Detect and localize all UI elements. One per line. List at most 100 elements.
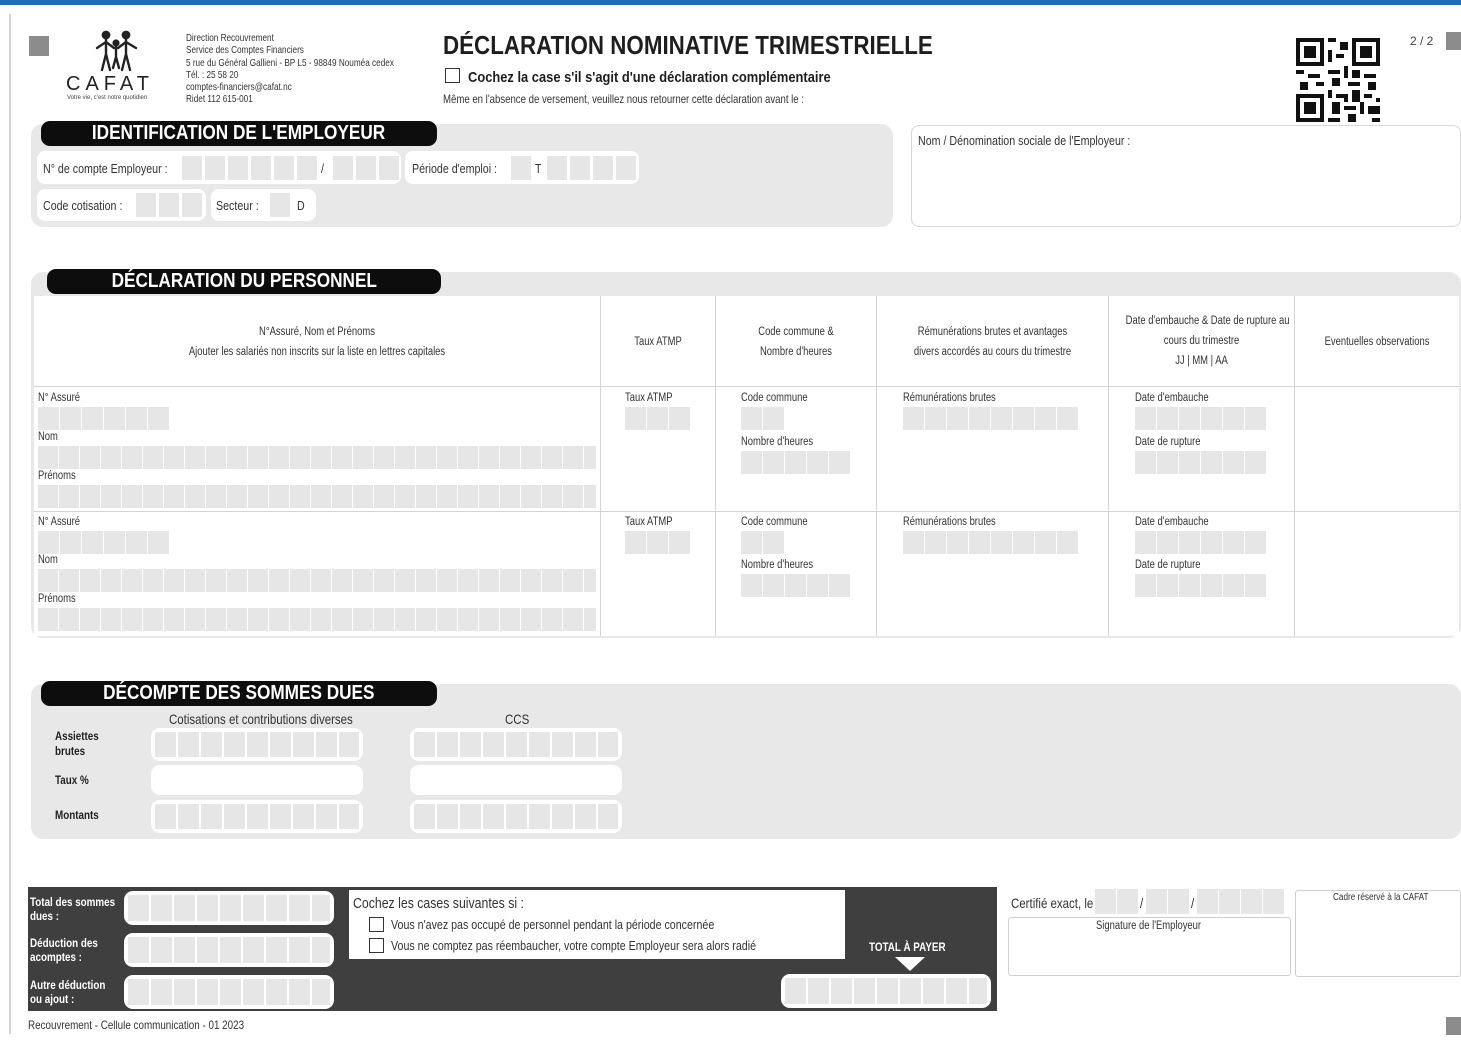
digit-cell[interactable] <box>1168 889 1189 914</box>
digit-cell[interactable] <box>1135 531 1156 554</box>
digit-cell[interactable] <box>785 574 806 597</box>
digit-cell[interactable] <box>333 156 353 180</box>
digit-cell[interactable] <box>205 156 225 180</box>
digit-cell[interactable] <box>274 156 294 180</box>
digit-cell[interactable] <box>829 451 850 474</box>
digit-cell[interactable] <box>1245 451 1266 474</box>
firstnames-cells[interactable] <box>38 608 596 631</box>
certified-month-cells[interactable] <box>1146 889 1189 914</box>
digit-cell[interactable] <box>1179 574 1200 597</box>
contributions-gross-cells[interactable] <box>155 732 359 757</box>
digit-cell[interactable] <box>991 407 1012 430</box>
digit-cell[interactable] <box>126 407 147 430</box>
digit-cell[interactable] <box>1245 574 1266 597</box>
digit-cell[interactable] <box>991 531 1012 554</box>
digit-cell[interactable] <box>647 531 668 554</box>
digit-cell[interactable] <box>1201 574 1222 597</box>
digit-cell[interactable] <box>741 574 762 597</box>
employer-account-key-cells[interactable] <box>333 156 399 180</box>
employer-account-cells[interactable] <box>182 156 317 180</box>
name-cells[interactable] <box>38 569 596 592</box>
digit-cell[interactable] <box>1201 451 1222 474</box>
digit-cell[interactable] <box>669 407 690 430</box>
digit-cell[interactable] <box>82 531 103 554</box>
digit-cell[interactable] <box>1201 531 1222 554</box>
digit-cell[interactable] <box>1135 574 1156 597</box>
digit-cell[interactable] <box>1013 407 1034 430</box>
insured-number-cells[interactable] <box>38 531 169 554</box>
digit-cell[interactable] <box>148 531 169 554</box>
period-cell[interactable] <box>511 156 531 180</box>
total-to-pay-cells[interactable] <box>785 978 987 1004</box>
digit-cell[interactable] <box>1035 531 1056 554</box>
digit-cell[interactable] <box>1201 407 1222 430</box>
digit-cell[interactable] <box>570 156 590 180</box>
digit-cell[interactable] <box>228 156 248 180</box>
digit-cell[interactable] <box>38 531 59 554</box>
digit-cell[interactable] <box>38 407 59 430</box>
contributions-rate-field[interactable] <box>151 765 363 795</box>
commune-cells[interactable] <box>741 407 784 430</box>
hire-date-cells[interactable] <box>1135 407 1266 430</box>
observations-cell[interactable] <box>1296 512 1459 636</box>
digit-cell[interactable] <box>1245 531 1266 554</box>
contribution-code-cells[interactable] <box>136 193 202 217</box>
hours-cells[interactable] <box>741 451 850 474</box>
digit-cell[interactable] <box>182 193 202 217</box>
ccs-amount-cells[interactable] <box>414 804 618 829</box>
rate-cells[interactable] <box>625 407 690 430</box>
digit-cell[interactable] <box>1179 531 1200 554</box>
complementary-checkbox[interactable] <box>445 68 460 83</box>
digit-cell[interactable] <box>60 407 81 430</box>
firstnames-cells[interactable] <box>38 485 596 508</box>
pay-cells[interactable] <box>903 407 1078 430</box>
hours-cells[interactable] <box>741 574 850 597</box>
digit-cell[interactable] <box>741 407 762 430</box>
digit-cell[interactable] <box>741 531 762 554</box>
total-due-cells[interactable] <box>128 895 330 921</box>
digit-cell[interactable] <box>1223 574 1244 597</box>
digit-cell[interactable] <box>969 531 990 554</box>
digit-cell[interactable] <box>1245 407 1266 430</box>
digit-cell[interactable] <box>104 407 125 430</box>
digit-cell[interactable] <box>82 407 103 430</box>
digit-cell[interactable] <box>903 531 924 554</box>
digit-cell[interactable] <box>969 407 990 430</box>
digit-cell[interactable] <box>547 156 567 180</box>
digit-cell[interactable] <box>829 574 850 597</box>
commune-cells[interactable] <box>741 531 784 554</box>
digit-cell[interactable] <box>807 574 828 597</box>
digit-cell[interactable] <box>182 156 202 180</box>
digit-cell[interactable] <box>1263 889 1284 914</box>
ccs-gross-cells[interactable] <box>414 732 618 757</box>
digit-cell[interactable] <box>947 531 968 554</box>
end-date-cells[interactable] <box>1135 451 1266 474</box>
digit-cell[interactable] <box>741 451 762 474</box>
digit-cell[interactable] <box>1146 889 1167 914</box>
digit-cell[interactable] <box>379 156 399 180</box>
digit-cell[interactable] <box>356 156 376 180</box>
digit-cell[interactable] <box>1157 531 1178 554</box>
pay-cells[interactable] <box>903 531 1078 554</box>
observations-cell[interactable] <box>1296 387 1459 511</box>
digit-cell[interactable] <box>1157 407 1178 430</box>
certified-year-cells[interactable] <box>1197 889 1284 914</box>
no-staff-checkbox[interactable] <box>369 917 384 932</box>
digit-cell[interactable] <box>669 531 690 554</box>
sector-cell[interactable] <box>270 193 290 217</box>
digit-cell[interactable] <box>625 407 646 430</box>
digit-cell[interactable] <box>1057 407 1078 430</box>
digit-cell[interactable] <box>1135 451 1156 474</box>
digit-cell[interactable] <box>1197 889 1218 914</box>
digit-cell[interactable] <box>136 193 156 217</box>
digit-cell[interactable] <box>763 531 784 554</box>
digit-cell[interactable] <box>1117 889 1138 914</box>
digit-cell[interactable] <box>1179 407 1200 430</box>
digit-cell[interactable] <box>1223 531 1244 554</box>
digit-cell[interactable] <box>647 407 668 430</box>
name-cells[interactable] <box>38 446 596 469</box>
digit-cell[interactable] <box>1013 531 1034 554</box>
other-adjustment-cells[interactable] <box>128 979 330 1005</box>
digit-cell[interactable] <box>1095 889 1116 914</box>
digit-cell[interactable] <box>625 531 646 554</box>
